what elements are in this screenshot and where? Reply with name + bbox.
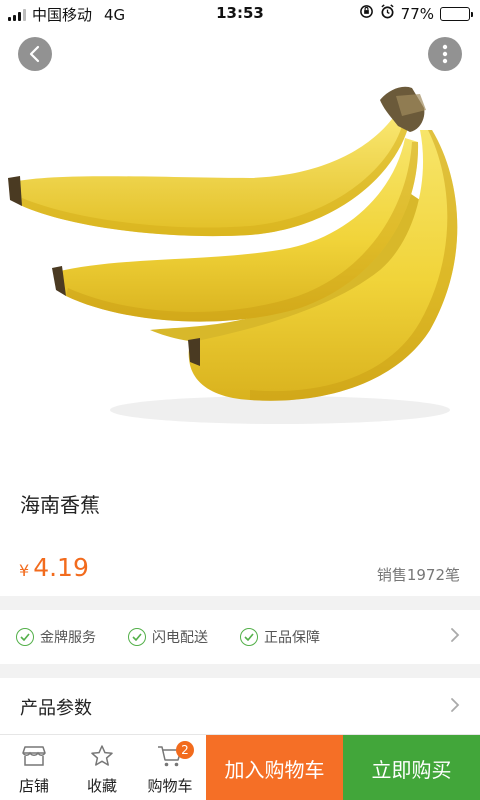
- favorite-tab[interactable]: 收藏: [68, 735, 136, 800]
- bottom-action-bar: 店铺 收藏 2 购物车 加入购物车 立即购买: [0, 734, 480, 800]
- add-to-cart-button[interactable]: 加入购物车: [206, 735, 343, 800]
- rotation-lock-icon: [359, 4, 374, 23]
- store-label: 店铺: [18, 777, 49, 795]
- cart-tab[interactable]: 2 购物车: [136, 735, 204, 800]
- more-vertical-icon: [442, 44, 448, 64]
- store-tab[interactable]: 店铺: [0, 735, 68, 800]
- battery-icon: [440, 6, 473, 21]
- alarm-icon: [380, 4, 395, 23]
- product-params-label: 产品参数: [20, 698, 92, 719]
- check-circle-icon: [240, 628, 258, 646]
- divider: [0, 664, 480, 678]
- chevron-right-icon: [450, 627, 460, 647]
- check-circle-icon: [16, 628, 34, 646]
- favorite-label: 收藏: [86, 777, 117, 795]
- service-guarantees[interactable]: 金牌服务 闪电配送 正品保障: [0, 610, 480, 664]
- service-label: 正品保障: [264, 630, 320, 646]
- check-circle-icon: [128, 628, 146, 646]
- back-button[interactable]: [18, 37, 52, 71]
- store-icon: [22, 743, 46, 769]
- divider: [0, 596, 480, 610]
- cart-count-badge: 2: [176, 741, 194, 759]
- service-item: 闪电配送: [128, 627, 208, 647]
- product-image[interactable]: [0, 60, 480, 460]
- price-row: ¥ 4.19 销售1972笔: [0, 553, 480, 589]
- more-button[interactable]: [428, 37, 462, 71]
- product-name: 海南香蕉: [20, 493, 100, 517]
- chevron-left-icon: [29, 45, 40, 63]
- status-bar: 中国移动 4G 13:53 77%: [0, 0, 480, 26]
- service-item: 正品保障: [240, 627, 320, 647]
- buy-now-button[interactable]: 立即购买: [343, 735, 480, 800]
- price: ¥ 4.19: [19, 553, 89, 582]
- battery-percent: 77%: [400, 4, 434, 23]
- star-icon: [90, 743, 114, 769]
- currency-symbol: ¥: [19, 561, 30, 580]
- cart-label: 购物车: [147, 777, 193, 795]
- price-value: 4.19: [33, 553, 89, 582]
- product-params-row[interactable]: 产品参数: [0, 678, 480, 736]
- service-label: 金牌服务: [40, 630, 96, 646]
- service-label: 闪电配送: [152, 630, 208, 646]
- sales-count: 销售1972笔: [376, 566, 460, 584]
- service-item: 金牌服务: [16, 627, 96, 647]
- chevron-right-icon: [450, 697, 460, 718]
